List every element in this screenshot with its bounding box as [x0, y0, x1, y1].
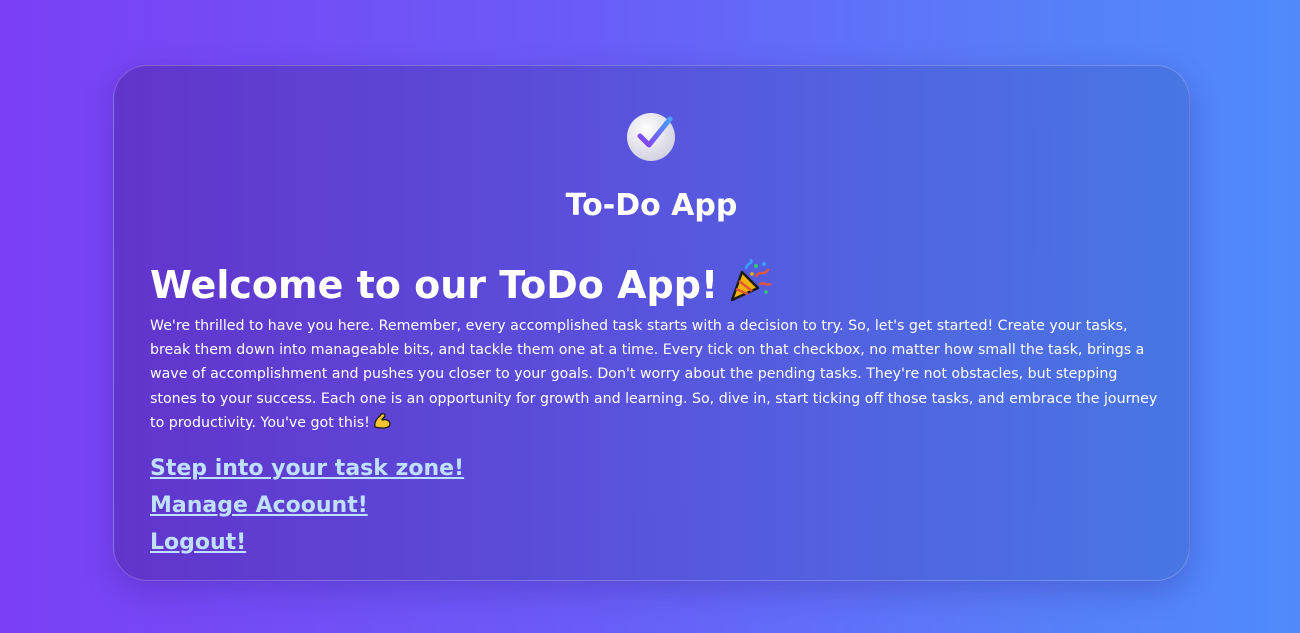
flexed-biceps-icon: [373, 412, 392, 438]
nav-links: Step into your task zone! Manage Acoount…: [150, 450, 464, 561]
check-circle-icon: [624, 107, 680, 163]
app-title: To-Do App: [565, 188, 738, 223]
welcome-heading-text: Welcome to our ToDo App!: [150, 263, 719, 307]
welcome-heading: Welcome to our ToDo App!: [150, 258, 772, 314]
task-zone-link[interactable]: Step into your task zone!: [150, 450, 464, 487]
welcome-message-text: We're thrilled to have you here. Remembe…: [150, 318, 1158, 431]
logout-link[interactable]: Logout!: [150, 524, 464, 561]
manage-account-link[interactable]: Manage Acoount!: [150, 487, 464, 524]
welcome-card: To-Do App Welcome to our ToDo App! We're…: [113, 65, 1190, 581]
party-popper-icon: [726, 258, 772, 314]
welcome-message: We're thrilled to have you here. Remembe…: [150, 314, 1160, 438]
